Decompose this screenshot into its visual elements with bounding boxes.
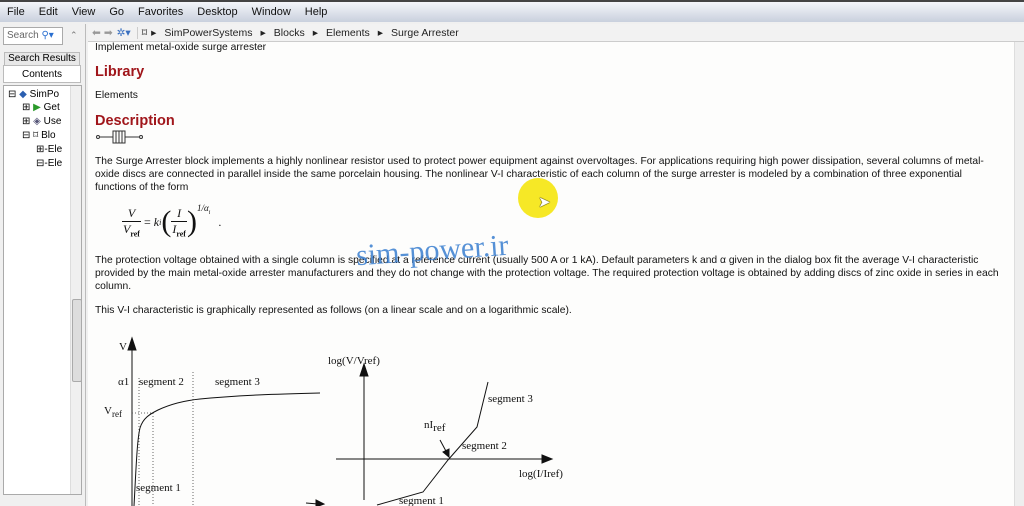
menu-file[interactable]: File [0,6,32,18]
menu-go[interactable]: Go [102,6,131,18]
tree-item-elements[interactable]: ⊟-Ele [36,158,62,171]
content-scrollbar[interactable] [1014,42,1024,506]
collapse-icon[interactable]: ⌃ [70,30,78,41]
tree-label: Ele [47,158,63,169]
menu-desktop[interactable]: Desktop [190,6,244,18]
log-i-axis-arrow [541,454,554,464]
partial-arrow [315,499,326,506]
contents-tree: ⊟ ◆ SimPo ⊞ ▶ Get ⊞ ◈ Use ⊟ ⌑ Blo ⊞-Ele … [3,85,82,495]
tree-label: Ele [47,144,63,155]
block-icon: ⌑ [33,130,39,141]
linear-scale-diagram: V α1 segment 2 segment 3 Vref segment 1 [104,336,321,506]
tree-item-simpowersystems[interactable]: ⊟ ◆ SimPo [8,89,59,102]
tree-item-getting-started[interactable]: ⊞ ▶ Get [22,102,60,115]
log-segment-2-label: segment 2 [462,440,507,452]
log-v-axis-label: log(V/Vref) [328,355,380,367]
search-input[interactable]: Search ⚲▾ [3,27,63,45]
menu-edit[interactable]: Edit [32,6,65,18]
tree-label: SimPo [29,89,60,100]
mouse-cursor-icon: ➤ [538,194,551,211]
segment-3-label: segment 3 [215,376,260,388]
v-axis-arrow [127,336,137,351]
play-icon: ▶ [33,102,41,113]
gear-icon[interactable]: ✲▾ [117,27,131,39]
tree-label: Use [43,116,62,127]
menu-bar: File Edit View Go Favorites Desktop Wind… [0,0,1024,22]
vref-sub: ref [112,409,122,419]
alpha1-label: α1 [118,376,129,388]
menu-view[interactable]: View [65,6,103,18]
breadcrumb: ⌑ ▸ SimPowerSystems ▸ Blocks ▸ Elements ▸ Su… [136,26,463,39]
svg-text:nIref: nIref [424,419,446,434]
breadcrumb-surge-arrester[interactable]: Surge Arrester [391,27,459,39]
niref-label: nI [424,419,434,431]
guide-icon: ◈ [33,116,41,127]
search-icon: ⚲▾ [41,30,54,41]
search-placeholder: Search [7,30,39,41]
tree-label: Blo [41,130,56,141]
book-icon: ◆ [19,89,27,100]
menu-help[interactable]: Help [298,6,335,18]
toolbar: ⬅ ➡ ✲▾ ⌑ ▸ SimPowerSystems ▸ Blocks ▸ Eleme… [88,24,1024,42]
log-scale-diagram: log(V/Vref) log(I/Iref) segment 3 nIref … [305,355,563,506]
tree-label: Get [43,102,60,113]
log-segment-3-label: segment 3 [488,393,533,405]
help-navigator: Search ⚲▾ ⌃ Search Results Contents ⊟ ◆ … [0,24,86,506]
tree-scrollbar[interactable] [70,86,81,494]
vref-label: V [104,405,112,417]
tree-item-electrical-sources[interactable]: ⊞-Ele [36,144,62,157]
log-segment-1-label: segment 1 [399,495,444,506]
vi-characteristic-figure: V α1 segment 2 segment 3 Vref segment 1 … [104,336,563,506]
tree-item-blocks[interactable]: ⊟ ⌑ Blo [22,130,56,143]
v-axis-label: V [119,341,127,353]
breadcrumb-simpowersystems[interactable]: SimPowerSystems [164,27,252,39]
niref-sub: ref [433,422,446,434]
block-icon: ⌑ [141,26,148,39]
forward-icon[interactable]: ➡ [104,27,113,39]
segment-2-label: segment 2 [139,376,184,388]
svg-text:Vref: Vref [104,405,122,419]
breadcrumb-elements[interactable]: Elements [326,27,370,39]
log-i-axis-label: log(I/Iref) [519,468,563,480]
menu-window[interactable]: Window [245,6,298,18]
breadcrumb-blocks[interactable]: Blocks [274,27,305,39]
back-icon[interactable]: ⬅ [92,27,101,39]
scrollbar-thumb[interactable] [72,299,81,382]
tree-item-users-guide[interactable]: ⊞ ◈ Use [22,116,61,129]
tab-contents[interactable]: Contents [3,65,81,83]
segment-1-label: segment 1 [136,482,181,494]
help-content: Implement metal-oxide surge arrester Lib… [88,42,1014,506]
menu-favorites[interactable]: Favorites [131,6,190,18]
